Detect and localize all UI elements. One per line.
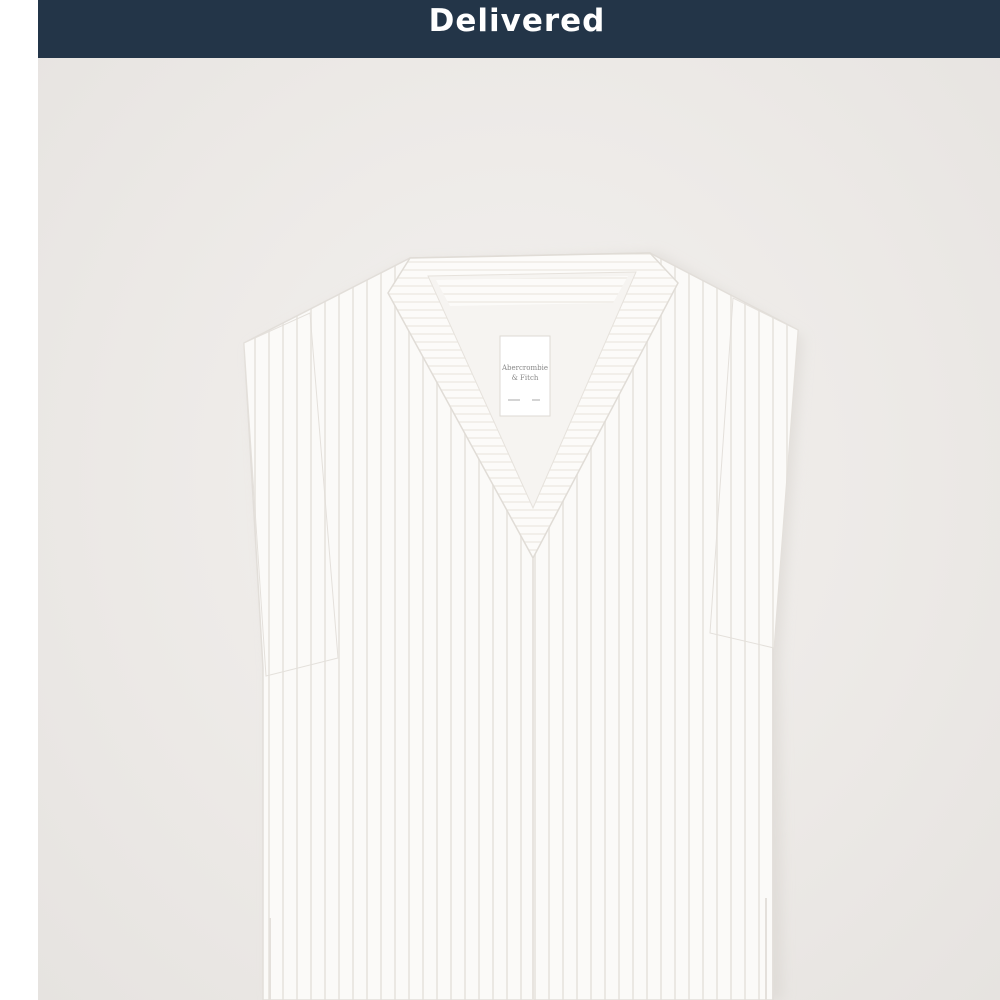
delivery-status-banner: Delivered [38,0,1000,58]
status-label: Delivered [428,3,606,39]
svg-text:Abercrombie: Abercrombie [501,364,548,372]
brand-label-tag: Abercrombie & Fitch [499,335,551,417]
sweater-vest-illustration: Abercrombie & Fitch [243,252,803,1000]
order-item-card: Delivered Abercrombie & Fitch [38,0,1000,1000]
svg-text:& Fitch: & Fitch [512,374,539,382]
product-image[interactable]: Abercrombie & Fitch [38,58,1000,1000]
